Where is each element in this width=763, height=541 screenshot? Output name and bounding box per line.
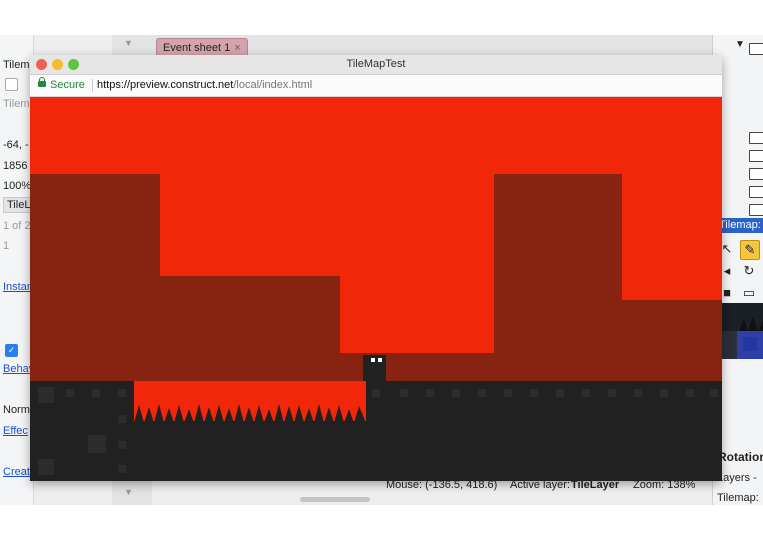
wall-block-middle: [160, 276, 340, 381]
ground-tile: [608, 389, 616, 397]
property-layer-value: TileL: [7, 199, 31, 211]
property-position-value[interactable]: -64, -: [3, 139, 29, 151]
wall-block-left: [30, 174, 160, 381]
player-eye-icon: [371, 358, 375, 362]
wall-block-right: [622, 300, 722, 381]
window-title: TileMapTest: [346, 58, 406, 70]
secure-label: Secure: [50, 79, 85, 91]
ground-tile: [634, 389, 642, 397]
enabled-checkbox[interactable]: ✓: [5, 344, 18, 357]
scroll-up-arrow-icon[interactable]: ▼: [124, 38, 133, 48]
ground-tile: [88, 435, 106, 453]
player-character[interactable]: [363, 355, 386, 381]
create-link[interactable]: Creat: [3, 466, 30, 478]
property-checkbox[interactable]: [5, 78, 18, 91]
url-path: /local/index.html: [233, 79, 313, 91]
game-viewport[interactable]: [30, 97, 722, 481]
url-text[interactable]: https://preview.construct.net/local/inde…: [97, 75, 312, 96]
ground-tile: [582, 389, 590, 397]
folder-icon[interactable]: ▭: [740, 284, 758, 302]
ground-tile: [478, 389, 486, 397]
ground-tile: [530, 389, 538, 397]
ground-tile: [118, 389, 126, 397]
property-instance-count: 1 of 2: [3, 220, 31, 232]
folder-icon[interactable]: [749, 204, 763, 216]
horizontal-scrollbar[interactable]: [300, 497, 370, 502]
address-bar[interactable]: Secure https://preview.construct.net/loc…: [30, 75, 722, 97]
layers-tab[interactable]: Layers -: [717, 472, 757, 484]
tilemap-tab[interactable]: Tilemap:: [717, 492, 759, 504]
player-eye-icon: [378, 358, 382, 362]
ground-right: [366, 381, 722, 481]
lock-icon: [38, 77, 46, 87]
ground-tile: [426, 389, 434, 397]
triangle-down-icon[interactable]: ▼: [735, 39, 745, 50]
ground-tile: [118, 415, 126, 423]
instance-variables-link[interactable]: Instan: [3, 281, 33, 293]
property-label-tilemap: Tilem: [3, 59, 30, 71]
folder-icon[interactable]: [749, 168, 763, 180]
ground-tile: [686, 389, 694, 397]
ground-tile: [660, 389, 668, 397]
url-host: https://preview.construct.net: [97, 79, 234, 91]
folder-icon[interactable]: [749, 150, 763, 162]
folder-icon[interactable]: [749, 132, 763, 144]
ground-tile: [118, 465, 126, 473]
wall-block-right-tall: [494, 174, 622, 381]
folder-icon[interactable]: [749, 186, 763, 198]
ground-tile: [38, 387, 54, 403]
property-size-value[interactable]: 1856: [3, 160, 27, 172]
property-uid-value: 1: [3, 240, 10, 252]
blend-mode-value[interactable]: Norm: [3, 404, 30, 416]
preview-browser-window[interactable]: TileMapTest Secure https://preview.const…: [30, 55, 722, 481]
window-titlebar[interactable]: TileMapTest: [30, 55, 722, 75]
tab-label: Event sheet 1: [163, 42, 231, 54]
scroll-down-arrow-icon[interactable]: ▼: [124, 487, 133, 497]
ground-tile: [372, 389, 380, 397]
ground-pit: [134, 421, 366, 481]
ground-tile: [452, 389, 460, 397]
folder-icon[interactable]: [749, 43, 763, 55]
rotate-icon[interactable]: ↻: [740, 262, 758, 280]
address-separator: [92, 79, 93, 92]
ground-tile: [556, 389, 564, 397]
ground-tile: [92, 389, 100, 397]
effects-link[interactable]: Effec: [3, 425, 28, 437]
ground-tile: [400, 389, 408, 397]
properties-panel: Tilem Tilem -64, - 1856 100% TileL 1 of …: [0, 35, 34, 505]
ground-tile: [504, 389, 512, 397]
pencil-icon[interactable]: ✎: [740, 240, 760, 260]
rotation-label: Rotation: [718, 450, 763, 464]
property-label-tilemap-2: Tilem: [3, 98, 30, 110]
ground-tile: [118, 441, 126, 449]
ground-tile: [38, 459, 54, 475]
ground-tile: [66, 389, 74, 397]
spikes: [134, 404, 366, 423]
ground-tile: [710, 389, 718, 397]
property-opacity-value[interactable]: 100%: [3, 180, 31, 192]
tab-close-icon[interactable]: ×: [234, 42, 240, 54]
